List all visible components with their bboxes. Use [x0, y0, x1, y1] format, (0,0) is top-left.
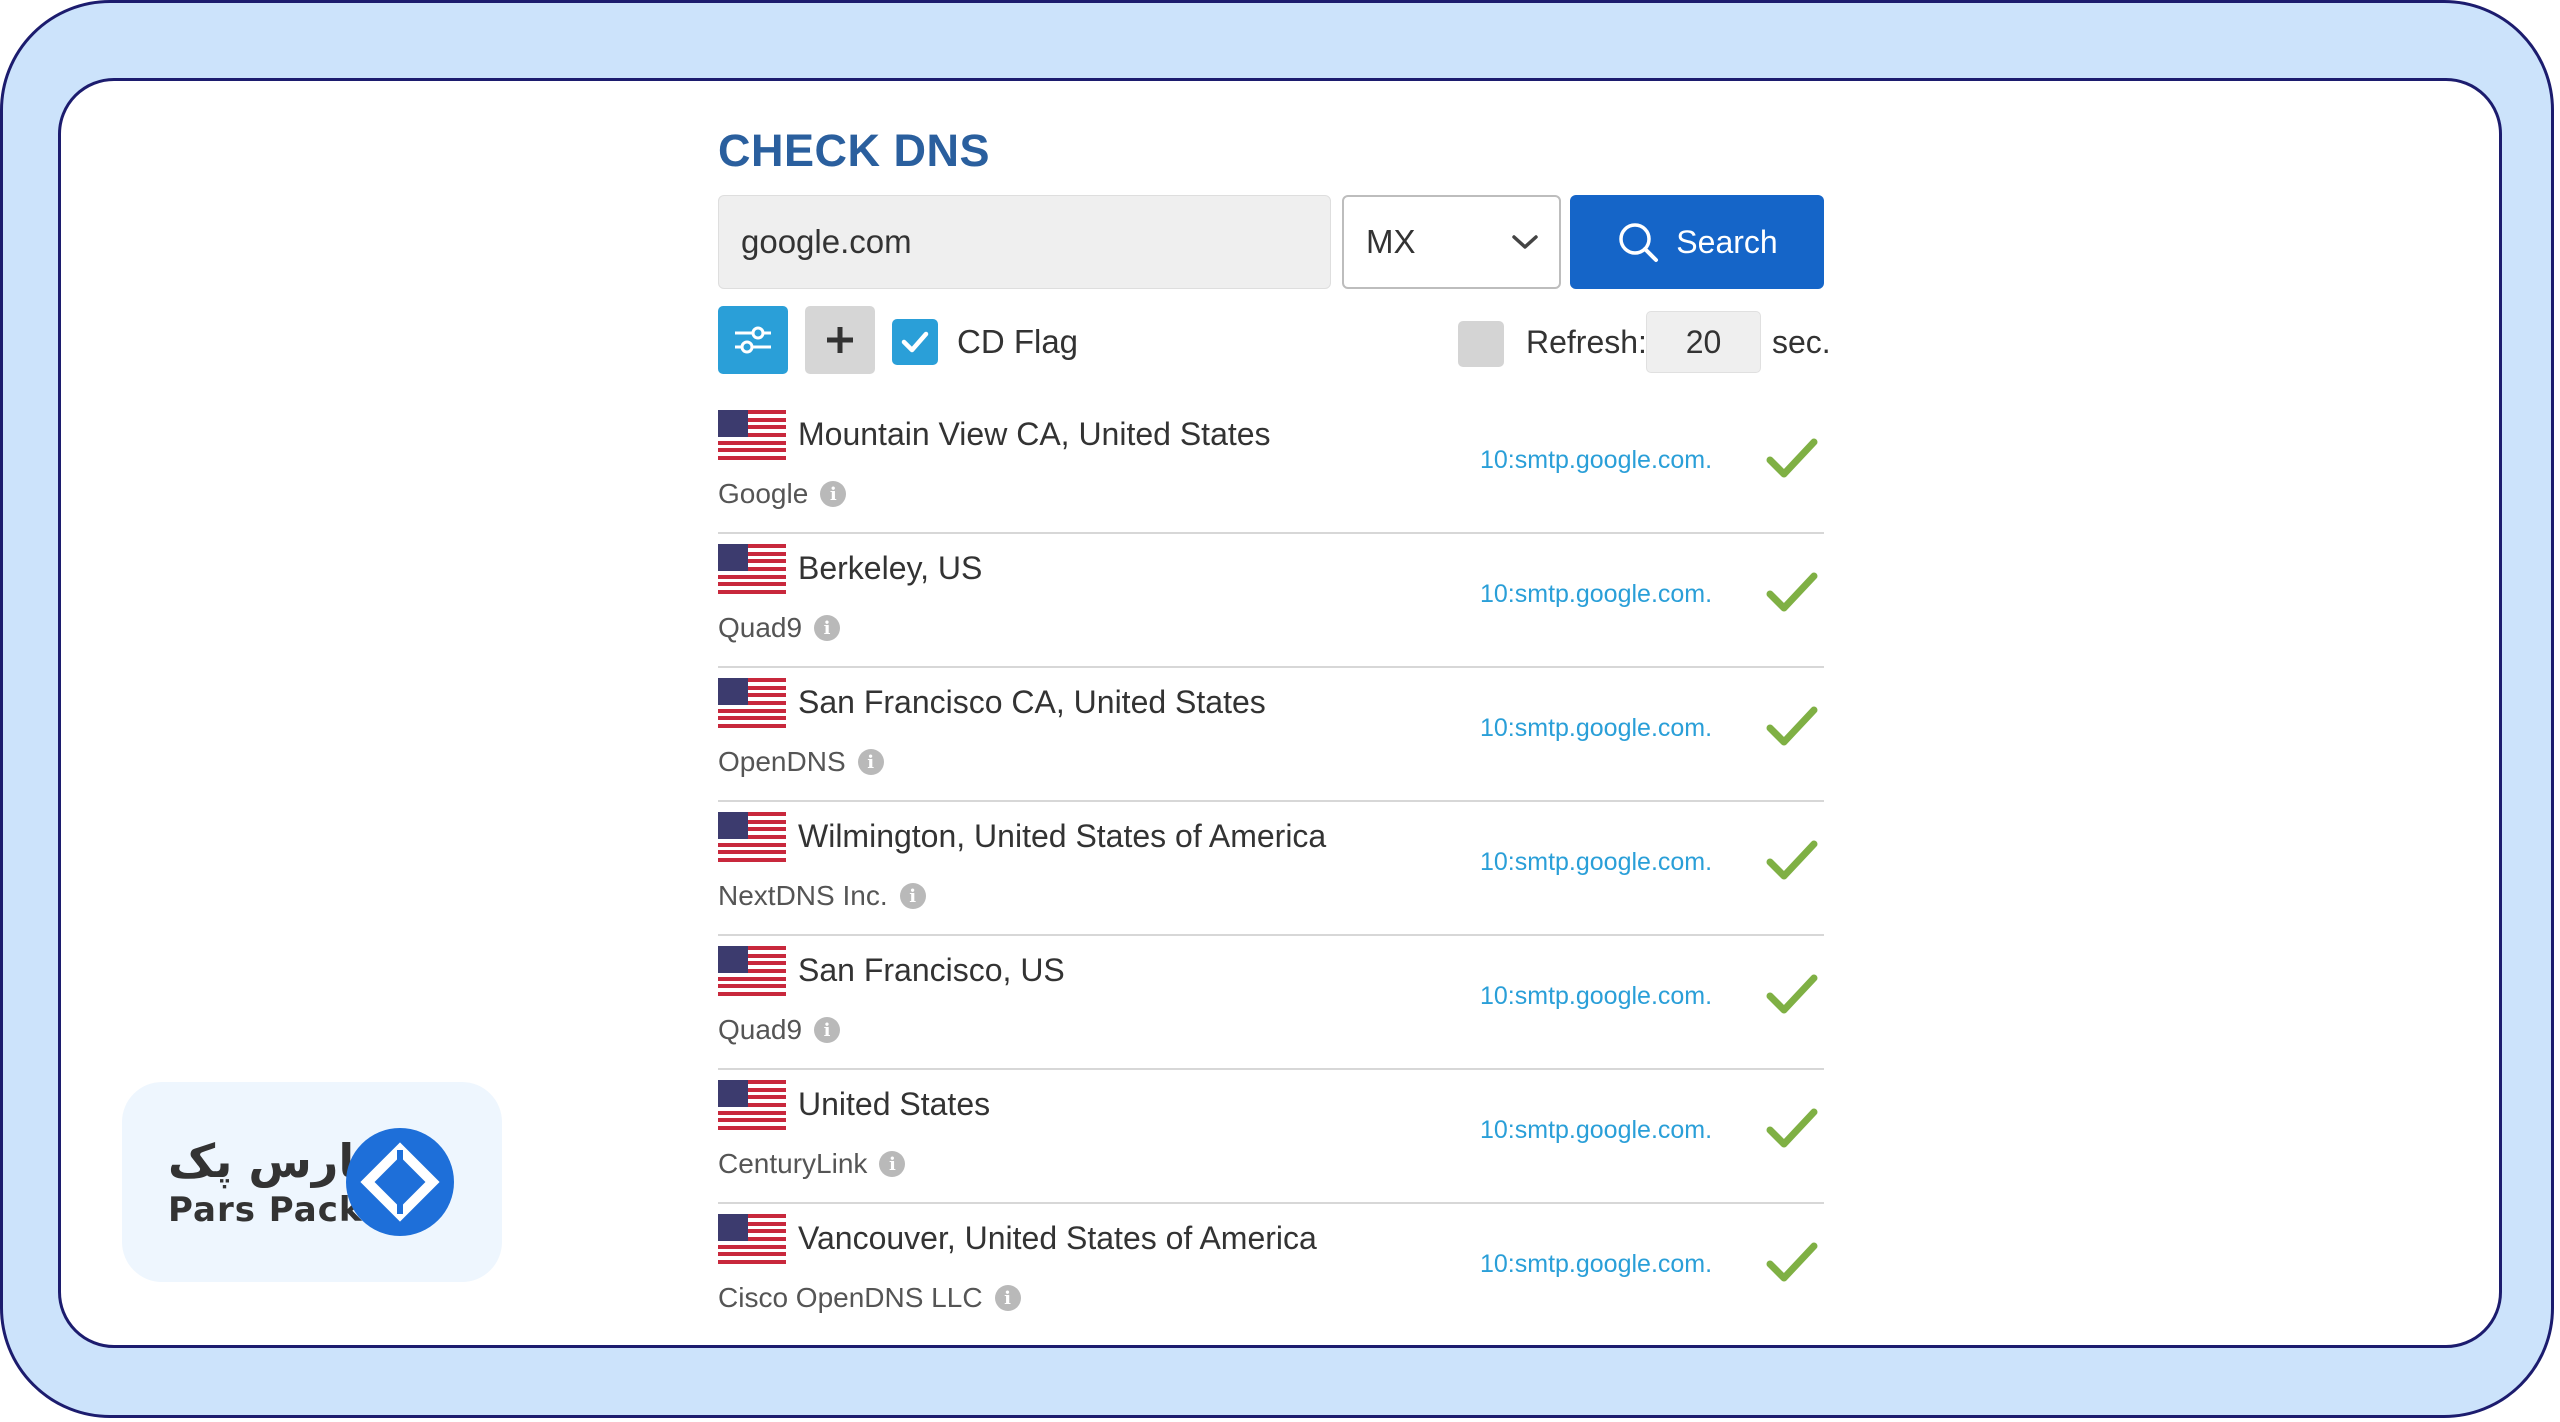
result-row: San Francisco CA, United States OpenDNS … — [718, 668, 1824, 802]
cd-flag-checkbox[interactable] — [892, 319, 938, 365]
refresh-unit-label: sec. — [1772, 324, 1831, 360]
server-provider: Quad9 i — [718, 612, 841, 644]
server-location: Wilmington, United States of America — [798, 818, 1327, 854]
plus-icon — [827, 327, 853, 353]
result-row: Wilmington, United States of America Nex… — [718, 802, 1824, 936]
server-provider: Cisco OpenDNS LLC i — [718, 1282, 1021, 1314]
dns-answer: 10:smtp.google.com. — [1480, 714, 1713, 742]
success-check-icon — [1766, 1242, 1818, 1282]
dns-answer: 10:smtp.google.com. — [1480, 1116, 1713, 1144]
result-row: United States CenturyLink i 10:smtp.goog… — [718, 1070, 1824, 1204]
server-location: San Francisco, US — [798, 952, 1065, 988]
us-flag-icon — [718, 410, 786, 460]
us-flag-icon — [718, 544, 786, 594]
provider-name: CenturyLink — [718, 1148, 868, 1179]
success-check-icon — [1766, 840, 1818, 880]
server-provider: CenturyLink i — [718, 1148, 906, 1180]
search-button-label: Search — [1676, 223, 1778, 260]
result-row: Mountain View CA, United States Google i… — [718, 400, 1824, 534]
result-row: Berkeley, US Quad9 i 10:smtp.google.com. — [718, 534, 1824, 668]
refresh-interval-input[interactable] — [1646, 311, 1761, 373]
us-flag-icon — [718, 946, 786, 996]
dns-answer: 10:smtp.google.com. — [1480, 982, 1713, 1010]
page-title: CHECK DNS — [718, 125, 991, 176]
brand-name-fa: پارس پک — [168, 1134, 373, 1188]
search-icon — [1619, 223, 1659, 262]
provider-name: NextDNS Inc. — [718, 880, 888, 911]
result-row: Vancouver, United States of America Cisc… — [718, 1204, 1824, 1338]
info-icon[interactable]: i — [994, 1285, 1021, 1311]
auto-refresh-checkbox[interactable] — [1458, 321, 1504, 367]
provider-name: Cisco OpenDNS LLC — [718, 1282, 983, 1313]
search-button[interactable]: Search — [1570, 195, 1824, 289]
success-check-icon — [1766, 974, 1818, 1014]
chevron-down-icon — [1512, 235, 1538, 249]
dns-answer: 10:smtp.google.com. — [1480, 1250, 1713, 1278]
us-flag-icon — [718, 678, 786, 728]
info-icon[interactable]: i — [820, 481, 847, 507]
success-check-icon — [1766, 1108, 1818, 1148]
server-provider: Google i — [718, 478, 847, 510]
results-list: Mountain View CA, United States Google i… — [718, 400, 1824, 1338]
provider-name: Quad9 — [718, 612, 803, 643]
info-icon[interactable]: i — [899, 883, 926, 909]
success-check-icon — [1766, 706, 1818, 746]
success-check-icon — [1766, 438, 1818, 478]
server-provider: Quad9 i — [718, 1014, 841, 1046]
sliders-icon — [735, 326, 771, 354]
record-type-select[interactable]: MX — [1342, 195, 1561, 289]
us-flag-icon — [718, 1214, 786, 1264]
server-location: United States — [798, 1086, 991, 1122]
checkmark-icon — [901, 331, 929, 353]
dns-answer: 10:smtp.google.com. — [1480, 848, 1713, 876]
brand-logo: پارس پک Pars Pack — [122, 1082, 502, 1282]
server-location: San Francisco CA, United States — [798, 684, 1266, 720]
provider-name: Quad9 — [718, 1014, 803, 1045]
add-server-button[interactable] — [805, 306, 875, 374]
us-flag-icon — [718, 812, 786, 862]
dns-answer: 10:smtp.google.com. — [1480, 446, 1713, 474]
pars-pack-logo-icon — [346, 1128, 454, 1236]
info-icon[interactable]: i — [814, 615, 841, 641]
server-provider: OpenDNS i — [718, 746, 884, 778]
refresh-label: Refresh: — [1526, 324, 1647, 360]
provider-name: Google — [718, 478, 809, 509]
info-icon[interactable]: i — [857, 749, 884, 775]
brand-name-en: Pars Pack — [168, 1190, 363, 1230]
dns-answer: 10:smtp.google.com. — [1480, 580, 1713, 608]
domain-input[interactable] — [718, 195, 1331, 289]
info-icon[interactable]: i — [879, 1151, 906, 1177]
server-location: Mountain View CA, United States — [798, 416, 1271, 452]
success-check-icon — [1766, 572, 1818, 612]
server-location: Vancouver, United States of America — [798, 1220, 1317, 1256]
settings-button[interactable] — [718, 306, 788, 374]
result-row: San Francisco, US Quad9 i 10:smtp.google… — [718, 936, 1824, 1070]
server-provider: NextDNS Inc. i — [718, 880, 926, 912]
server-location: Berkeley, US — [798, 550, 983, 586]
info-icon[interactable]: i — [814, 1017, 841, 1043]
provider-name: OpenDNS — [718, 746, 846, 777]
cd-flag-label: CD Flag — [957, 323, 1079, 360]
us-flag-icon — [718, 1080, 786, 1130]
record-type-value: MX — [1366, 223, 1416, 260]
